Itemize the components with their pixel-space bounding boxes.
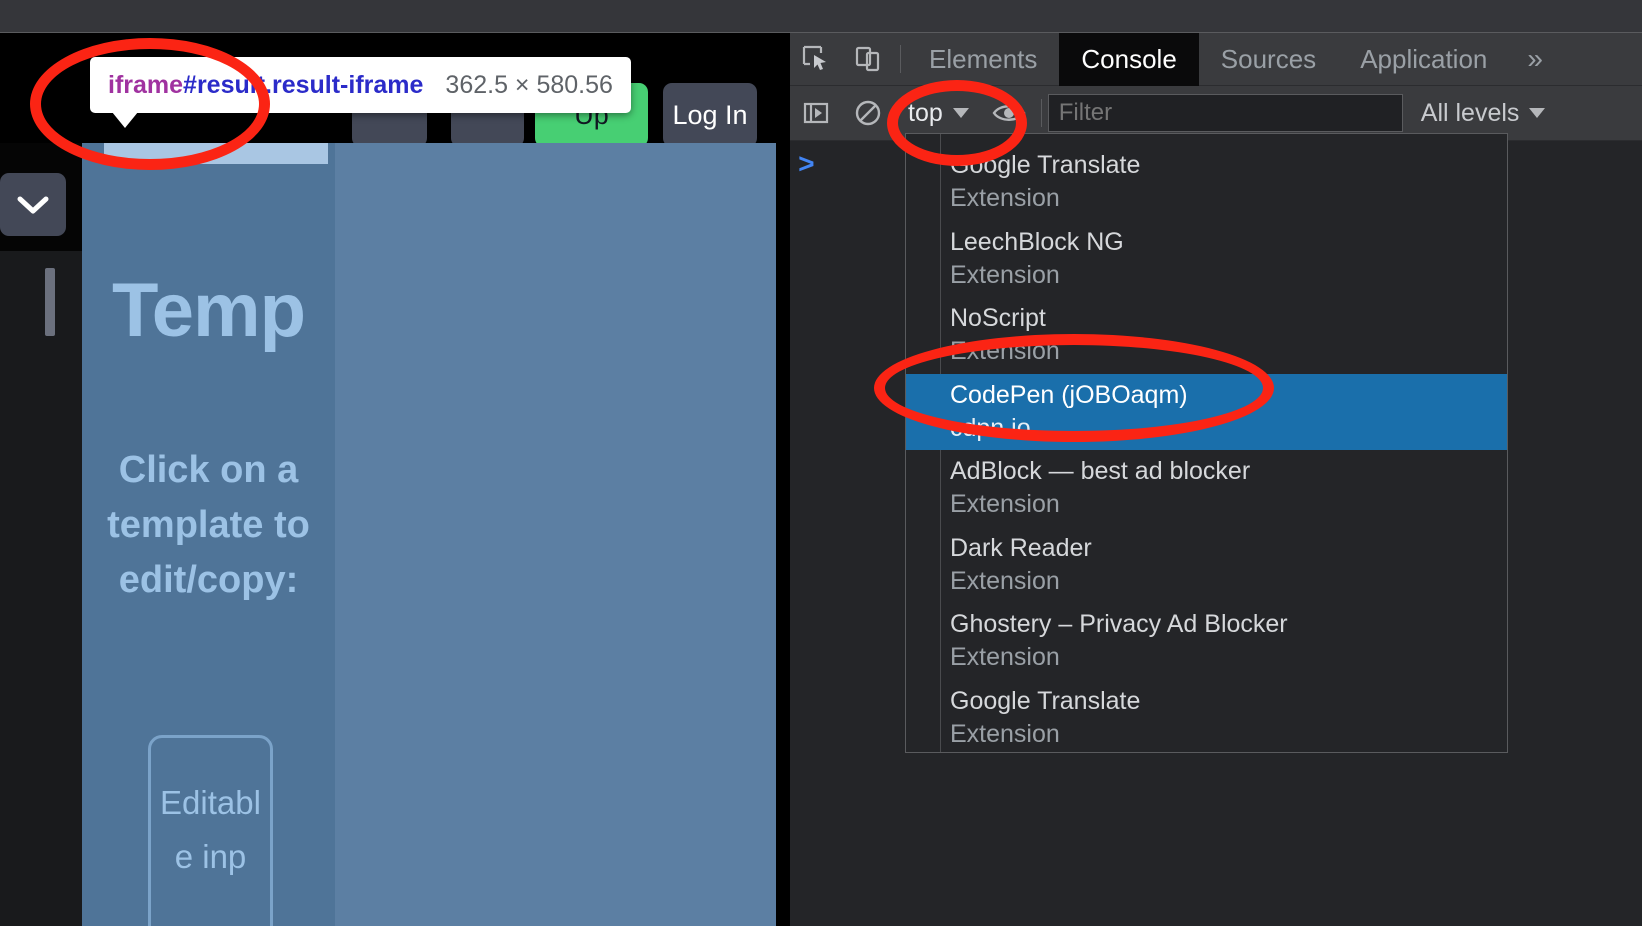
dropdown-item[interactable]: Google Translate Extension <box>906 144 1507 221</box>
dropdown-item[interactable]: Google Translate Extension <box>906 680 1507 753</box>
live-expression-button[interactable] <box>983 87 1035 140</box>
tab-application[interactable]: Application <box>1338 33 1509 86</box>
left-column-top-black <box>0 143 82 251</box>
iframe-inner-column: Temp Click on a template to edit/copy: E… <box>82 143 335 926</box>
more-tabs-button[interactable]: » <box>1509 33 1561 86</box>
screenshot-root: Up Log In Temp Click on a template to ed… <box>0 0 1642 926</box>
iframe-instruction-text: Click on a template to edit/copy: <box>107 449 310 602</box>
toolbar-divider <box>900 45 901 73</box>
dropdown-item[interactable]: AdBlock — best ad blocker Extension <box>906 450 1507 527</box>
console-sidebar-toggle[interactable] <box>790 87 842 140</box>
dropdown-item-subtitle: Extension <box>950 719 1060 748</box>
dropdown-item-title: CodePen (jOBOaqm) <box>950 380 1188 409</box>
tab-elements[interactable]: Elements <box>907 33 1059 86</box>
chevron-down-icon <box>17 196 49 213</box>
dropdown-item-subtitle: cdpn.io <box>950 413 1031 442</box>
chevron-down-icon <box>1529 108 1546 118</box>
dropdown-item-title: NoScript <box>950 304 1046 332</box>
log-level-value: All levels <box>1420 98 1520 127</box>
dropdown-item[interactable]: LeechBlock NG Extension <box>906 221 1507 298</box>
element-inspector-tooltip: iframe #result.result-iframe 362.5 × 580.… <box>90 57 631 113</box>
dropdown-item[interactable]: NoScript Extension <box>906 297 1507 374</box>
dropdown-item-subtitle: Extension <box>950 566 1060 595</box>
collapse-chevron-button[interactable] <box>0 173 66 236</box>
dropdown-item-title: Ghostery – Privacy Ad Blocker <box>950 610 1288 638</box>
dropdown-item-title: AdBlock — best ad blocker <box>950 457 1251 485</box>
clear-console-button[interactable] <box>842 87 894 140</box>
dropdown-item[interactable]: CodePen (jOBOaqm) cdpn.io <box>906 373 1507 450</box>
devtools-tab-bar: Elements Console Sources Application » <box>790 32 1642 86</box>
inspected-iframe-overlay[interactable]: Temp Click on a template to edit/copy: E… <box>82 143 776 926</box>
log-level-selector[interactable]: All levels <box>1421 99 1546 128</box>
console-filter-input[interactable] <box>1047 94 1403 132</box>
dropdown-item-subtitle: Extension <box>950 643 1060 672</box>
inspect-element-button[interactable] <box>790 33 842 86</box>
dropdown-item-title: LeechBlock NG <box>950 227 1124 256</box>
tooltip-selector: #result.result-iframe <box>183 70 424 99</box>
dropdown-item-subtitle: Extension <box>950 260 1060 289</box>
device-toolbar-icon <box>855 46 880 72</box>
iframe-top-band <box>104 143 328 164</box>
dropdown-item-title: Dark Reader <box>950 533 1092 562</box>
tooltip-pointer-arrow <box>112 112 138 128</box>
device-toolbar-button[interactable] <box>842 33 894 86</box>
tab-console[interactable]: Console <box>1059 32 1199 86</box>
tooltip-tag-name: iframe <box>108 70 184 99</box>
editable-input-box[interactable]: Editable inp <box>148 735 273 926</box>
execution-context-dropdown[interactable]: Google Translate Extension LeechBlock NG Ex… <box>905 133 1508 753</box>
tab-sources[interactable]: Sources <box>1199 33 1338 86</box>
page-left-column <box>0 143 82 926</box>
dropdown-item[interactable]: Dark Reader Extension <box>906 527 1507 604</box>
inspect-cursor-icon <box>802 45 826 70</box>
browser-chrome-strip <box>0 0 1642 33</box>
log-in-button[interactable]: Log In <box>663 83 757 147</box>
dropdown-item-title: Google Translate <box>950 151 1141 179</box>
page-scrollbar-thumb[interactable] <box>45 268 55 336</box>
clear-console-icon <box>855 100 881 126</box>
dropdown-item-list: Google Translate Extension LeechBlock NG Ex… <box>906 144 1507 753</box>
execution-context-selector[interactable]: top <box>894 95 983 131</box>
eye-icon <box>992 105 1026 121</box>
execution-context-value: top <box>908 98 943 127</box>
tooltip-dimensions: 362.5 × 580.56 <box>445 70 613 99</box>
dropdown-item-title: Google Translate <box>950 686 1141 715</box>
dropdown-item-subtitle: Extension <box>950 184 1060 213</box>
console-prompt-arrow: > <box>798 151 815 182</box>
iframe-heading: Temp <box>111 268 306 353</box>
dropdown-item-subtitle: Extension <box>950 490 1060 519</box>
console-toolbar-divider <box>1040 99 1042 127</box>
dropdown-item-subtitle: Extension <box>950 337 1060 366</box>
web-page-region: Up Log In Temp Click on a template to ed… <box>0 33 776 926</box>
chevron-down-icon <box>952 108 969 118</box>
console-sidebar-icon <box>803 102 829 124</box>
dropdown-item[interactable]: Ghostery – Privacy Ad Blocker Extension <box>906 603 1507 680</box>
